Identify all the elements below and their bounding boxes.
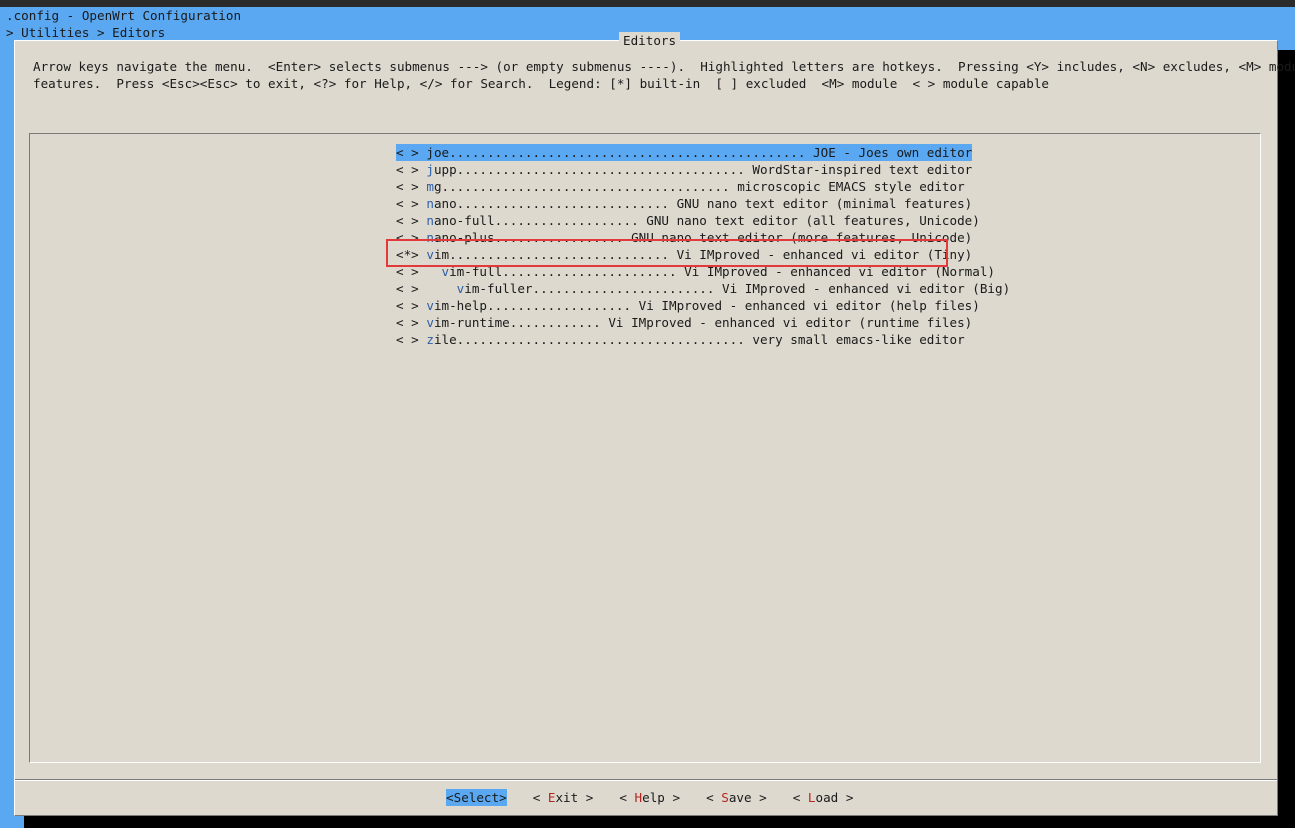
button-label: xit > [555, 790, 594, 805]
menu-item-label: g...................................... … [433, 179, 965, 194]
save-button[interactable]: < Save > [706, 789, 767, 806]
menu-item[interactable]: < > mg..................................… [396, 178, 965, 195]
menu-item-label: im-help................... Vi IMproved -… [433, 298, 980, 313]
menu-item[interactable]: < > zile................................… [396, 331, 965, 348]
button-row: <Select> < Exit > < Help > < Save > < Load > [446, 789, 879, 806]
menu-item-hotkey: n [426, 213, 434, 228]
menu-item[interactable]: < > vim-fuller........................ V… [396, 280, 1010, 297]
button-bracket: < [706, 790, 722, 805]
menu-item[interactable]: < > nano............................ GNU… [396, 195, 972, 212]
menu-item-label: ano............................ GNU nano… [433, 196, 973, 211]
exit-button[interactable]: < Exit > [533, 789, 594, 806]
menu-item-state[interactable]: < > [396, 145, 419, 160]
button-bracket: < [532, 790, 548, 805]
menu-item-state[interactable]: < > [396, 298, 419, 313]
menu-item[interactable]: < > jupp................................… [396, 161, 972, 178]
menu-item-state[interactable]: < > [396, 196, 419, 211]
button-label: elp > [642, 790, 681, 805]
menu-item-state[interactable]: < > [396, 162, 419, 177]
menu-item-hotkey: v [426, 298, 434, 313]
button-bracket: < [446, 790, 454, 805]
menu-item[interactable]: < > vim-runtime............ Vi IMproved … [396, 314, 972, 331]
menu-item-label: ile.....................................… [433, 332, 965, 347]
window-title: .config - OpenWrt Configuration [6, 8, 242, 23]
menu-item-hotkey: n [426, 196, 434, 211]
terminal-top-bar [0, 0, 1295, 7]
button-bracket: < [792, 790, 808, 805]
menu-item-hotkey: z [426, 332, 434, 347]
menu-item-label: ano-full................... GNU nano tex… [433, 213, 980, 228]
menu-item-label: im-fuller........................ Vi IMp… [464, 281, 1011, 296]
help-text-line-2: features. Press <Esc><Esc> to exit, <?> … [33, 76, 1049, 91]
annotation-highlight-box [386, 239, 948, 267]
menu-item-label: upp.....................................… [433, 162, 973, 177]
button-hotkey: S [721, 790, 729, 805]
dialog-title: Editors [619, 32, 681, 49]
help-text-line-1: Arrow keys navigate the menu. <Enter> se… [33, 59, 1295, 74]
button-bracket: < [619, 790, 635, 805]
menu-item[interactable]: < > vim-help................... Vi IMpro… [396, 297, 980, 314]
editors-dialog: Editors Arrow keys navigate the menu. <E… [14, 32, 1295, 816]
menu-item-state[interactable]: < > [396, 281, 419, 296]
menu-item-state[interactable]: < > [396, 332, 419, 347]
menu-item-state[interactable]: < > [396, 315, 419, 330]
button-hotkey: H [634, 790, 643, 805]
menu-item[interactable]: < > joe.................................… [396, 144, 973, 161]
menu-item-label: im-runtime............ Vi IMproved - enh… [433, 315, 973, 330]
button-hotkey: L [807, 790, 816, 805]
menu-item-hotkey: v [426, 315, 434, 330]
menu-item-state[interactable]: < > [396, 179, 419, 194]
button-separator-light [15, 780, 1277, 781]
menu-item-hotkey: m [426, 179, 434, 194]
help-button[interactable]: < Help > [619, 789, 680, 806]
menu-item-state[interactable]: < > [396, 213, 419, 228]
menu-item-hotkey: j [426, 145, 434, 160]
select-button[interactable]: <Select> [446, 789, 507, 806]
menu-item[interactable]: < > nano-full................... GNU nan… [396, 212, 980, 229]
breadcrumb: > Utilities > Editors [6, 25, 166, 40]
menu-item-hotkey: j [426, 162, 434, 177]
menu-item-label: oe......................................… [433, 145, 973, 160]
terminal-screen: .config - OpenWrt Configuration > Utilit… [0, 0, 1295, 828]
button-label: oad > [815, 790, 854, 805]
button-label: ave > [728, 790, 767, 805]
load-button[interactable]: < Load > [793, 789, 854, 806]
button-label: elect> [461, 790, 507, 805]
